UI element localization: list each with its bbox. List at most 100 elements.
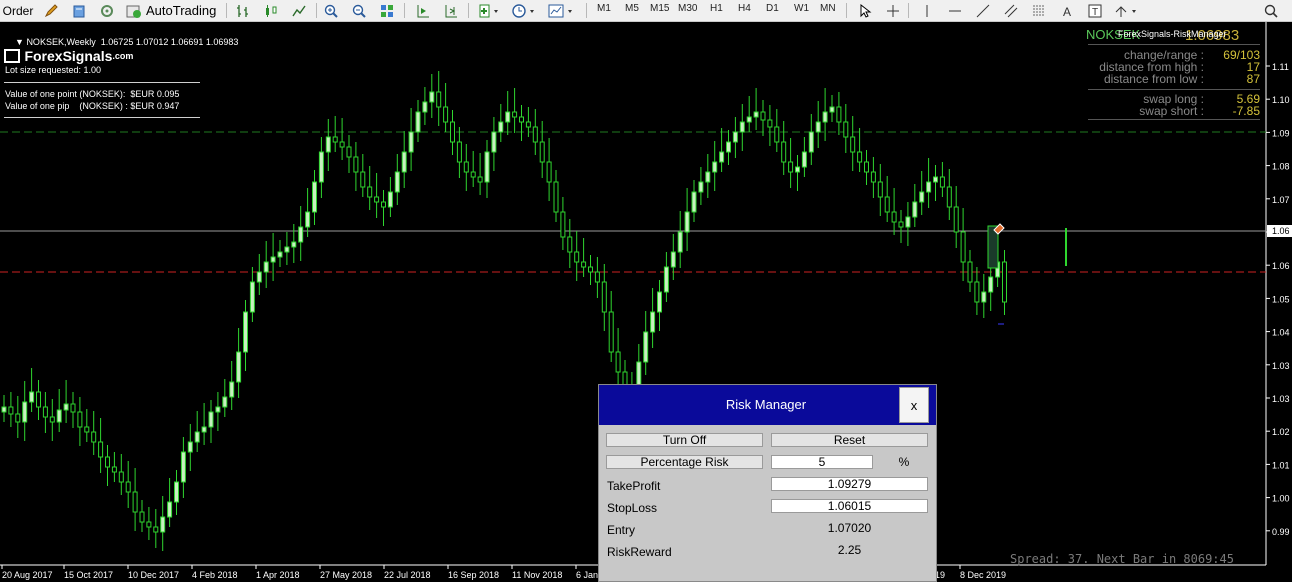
candle-body (884, 196, 890, 213)
price-axis-label: 1.04 (1272, 328, 1290, 338)
candle-body (560, 211, 566, 238)
candle-body (581, 261, 587, 268)
arrows-dropdown[interactable] (1112, 2, 1142, 19)
tile-windows-icon[interactable] (378, 2, 396, 19)
reset-button[interactable]: Reset (771, 433, 928, 447)
candle-body (132, 491, 138, 513)
line-chart-icon[interactable] (290, 2, 308, 19)
timeframe-h1[interactable]: H1 (710, 3, 723, 14)
chart-shift-icon[interactable] (442, 2, 460, 19)
candle-body (118, 471, 124, 483)
autotrading-icon (126, 5, 141, 18)
price-axis-label: 1.11 (1272, 62, 1289, 72)
candle-body (367, 186, 373, 198)
candle-body (643, 331, 649, 363)
candle-body (795, 166, 800, 173)
candle-body (808, 131, 814, 153)
indicators-dropdown[interactable] (476, 2, 504, 19)
vertical-line-icon[interactable] (918, 2, 936, 19)
candle-body (1002, 261, 1007, 303)
entry-value: 1.07020 (827, 521, 872, 535)
turn-off-button[interactable]: Turn Off (606, 433, 763, 447)
lot-size-text: Lot size requested: 1.00 (5, 65, 102, 75)
stoploss-input[interactable]: 1.06015 (771, 499, 928, 513)
search-icon[interactable] (1262, 2, 1280, 19)
text-label-icon[interactable]: T (1086, 2, 1104, 19)
riskreward-value: 2.25 (837, 543, 862, 557)
candle-body (208, 411, 214, 428)
trendline-icon[interactable] (974, 2, 992, 19)
fibonacci-icon[interactable] (1030, 2, 1048, 19)
timeframe-m5[interactable]: M5 (625, 3, 639, 14)
new-order-button[interactable]: Order (2, 2, 34, 19)
timeframe-d1[interactable]: D1 (766, 3, 779, 14)
price-axis-label: 1.07 (1272, 195, 1290, 205)
spread-status: Spread: 37. Next Bar in 8069:45 (1010, 552, 1234, 566)
candle-body (139, 511, 145, 523)
autoscroll-icon[interactable] (414, 2, 432, 19)
time-axis-label: 8 Dec 2019 (960, 570, 1006, 580)
timeframe-w1[interactable]: W1 (794, 3, 809, 14)
candle-body (926, 181, 932, 193)
equidistant-channel-icon[interactable] (1002, 2, 1020, 19)
close-button[interactable]: x (899, 387, 929, 423)
risk-value-input[interactable]: 5 (771, 455, 873, 469)
symbol-quote: NOKSEK,Weekly 1.06725 1.07012 1.06691 1.… (26, 37, 239, 47)
candle-body (477, 176, 483, 183)
candle-body (698, 181, 704, 193)
candle-body (56, 409, 62, 423)
takeprofit-input[interactable]: 1.09279 (771, 477, 928, 491)
templates-dropdown[interactable] (546, 2, 578, 19)
toolbar: Order AutoTrading M1 M5 M15 M30 H1 H4 D1… (0, 0, 1292, 22)
risk-mode-button[interactable]: Percentage Risk (606, 455, 763, 469)
candle-body (8, 406, 14, 415)
pencil-icon[interactable] (42, 2, 60, 19)
timeframe-mn[interactable]: MN (820, 3, 836, 14)
zoom-out-icon[interactable] (350, 2, 368, 19)
candle-body (360, 171, 366, 188)
candle-body (105, 456, 110, 468)
risk-manager-panel: Risk Manager x Turn Off Reset Percentage… (598, 384, 937, 582)
signal-icon[interactable] (98, 2, 116, 19)
candle-body (546, 161, 552, 183)
candle-body (256, 271, 262, 283)
candle-body (298, 226, 304, 243)
collapse-triangle-icon[interactable]: ▼ (15, 37, 26, 47)
candle-body (657, 291, 662, 313)
candle-body (408, 131, 414, 153)
timeframe-h4[interactable]: H4 (738, 3, 751, 14)
candle-body (222, 396, 228, 408)
forexsignals-logo: ForexSignals.com (4, 47, 144, 65)
candlestick-icon[interactable] (262, 2, 280, 19)
book-icon[interactable] (70, 2, 88, 19)
risk-manager-header[interactable]: Risk Manager x (599, 385, 936, 425)
candle-body (429, 91, 435, 103)
candle-body (22, 401, 28, 423)
candle-body (650, 311, 656, 333)
autotrading-button[interactable]: AutoTrading (126, 2, 218, 19)
time-axis-label: 16 Sep 2018 (448, 570, 499, 580)
candle-body (933, 176, 938, 183)
timeframe-m15[interactable]: M15 (650, 3, 669, 14)
text-icon[interactable]: A (1058, 2, 1076, 19)
candle-body (712, 161, 718, 173)
candle-body (180, 451, 186, 483)
periods-dropdown[interactable] (510, 2, 540, 19)
cursor-icon[interactable] (856, 2, 874, 19)
riskreward-label: RiskReward (607, 545, 672, 559)
candle-body (974, 281, 980, 303)
candle-body (160, 516, 166, 533)
candle-body (574, 251, 580, 263)
crosshair-icon[interactable] (884, 2, 902, 19)
zoom-in-icon[interactable] (322, 2, 340, 19)
price-axis-label: 1.00 (1272, 494, 1290, 504)
candle-body (519, 116, 524, 123)
bar-chart-icon[interactable] (234, 2, 252, 19)
horizontal-line-icon[interactable] (946, 2, 964, 19)
candle-body (525, 121, 531, 128)
candle-body (663, 266, 669, 293)
time-axis-label: 20 Aug 2017 (2, 570, 53, 580)
candle-body (249, 281, 255, 313)
timeframe-m1[interactable]: M1 (597, 3, 611, 14)
timeframe-m30[interactable]: M30 (678, 3, 697, 14)
